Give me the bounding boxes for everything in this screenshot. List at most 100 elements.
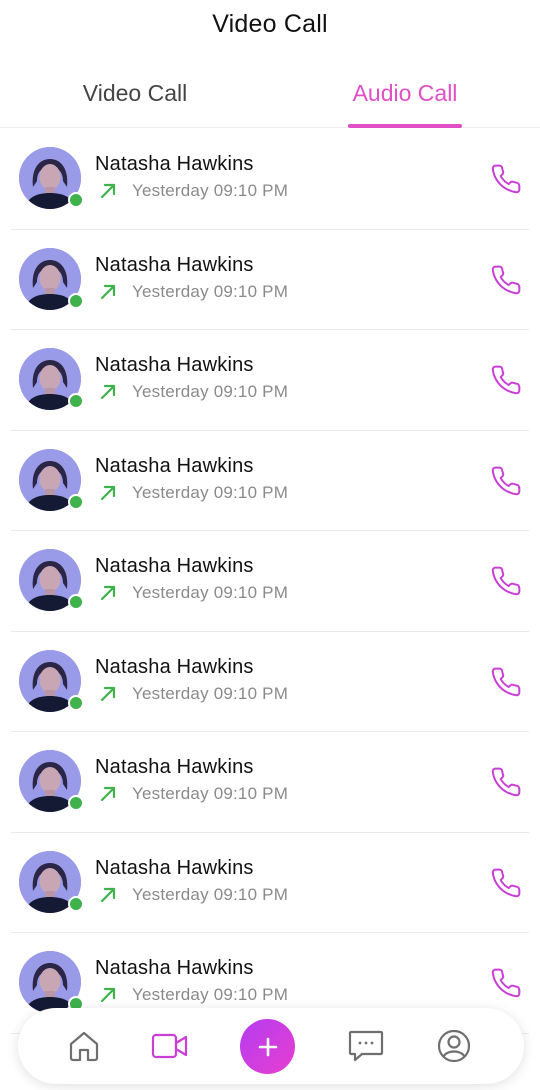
- online-status-dot: [68, 192, 84, 208]
- audio-call-button[interactable]: [489, 665, 523, 699]
- nav-video-button[interactable]: [151, 1027, 189, 1065]
- outgoing-arrow-icon: [100, 183, 116, 199]
- online-status-dot: [68, 393, 84, 409]
- tab-video-call[interactable]: Video Call: [45, 58, 225, 128]
- call-time: Yesterday 09:10 PM: [132, 583, 289, 602]
- outgoing-arrow-icon: [100, 887, 116, 902]
- phone-icon: [491, 466, 521, 495]
- call-meta: Yesterday 09:10 PM: [99, 684, 288, 704]
- phone-icon: [491, 767, 521, 797]
- plus-icon: [258, 1037, 277, 1056]
- call-time: Yesterday 09:10 PM: [132, 784, 289, 803]
- call-meta: Yesterday 09:10 PM: [99, 784, 288, 804]
- tab-audio-call[interactable]: Audio Call: [315, 58, 495, 128]
- call-log-row[interactable]: Natasha Hawkins Yesterday 09:10 PM: [11, 632, 529, 732]
- contact-name: Natasha Hawkins: [95, 354, 254, 376]
- audio-call-button[interactable]: [489, 966, 523, 1000]
- call-time: Yesterday 09:10 PM: [132, 281, 289, 301]
- contact-name: Natasha Hawkins: [95, 957, 254, 979]
- audio-call-button[interactable]: [489, 162, 523, 196]
- outgoing-arrow-icon: [100, 987, 116, 1003]
- call-log-row[interactable]: Natasha Hawkins Yesterday 09:10 PM: [11, 330, 529, 431]
- phone-icon: [491, 365, 521, 395]
- call-meta: Yesterday 09:10 PM: [99, 985, 288, 1005]
- chat-bubble-icon: [348, 1030, 384, 1062]
- avatar-container: [19, 649, 84, 712]
- call-log-row[interactable]: Natasha Hawkins Yesterday 09:10 PM: [11, 833, 529, 933]
- avatar-container: [19, 951, 84, 1013]
- call-meta: Yesterday 09:10 PM: [99, 885, 288, 905]
- phone-icon: [491, 868, 521, 897]
- call-log-list: Natasha Hawkins Yesterday 09:10 PM Natas…: [0, 129, 540, 1034]
- call-time: Yesterday 09:10 PM: [132, 382, 289, 401]
- outgoing-arrow-icon: [100, 585, 116, 601]
- call-log-row[interactable]: Natasha Hawkins Yesterday 09:10 PM: [11, 531, 529, 632]
- nav-home-button[interactable]: [65, 1027, 103, 1065]
- add-call-button[interactable]: [240, 1019, 295, 1074]
- active-tab-indicator: [348, 124, 462, 128]
- call-log-row[interactable]: Natasha Hawkins Yesterday 09:10 PM: [11, 431, 529, 531]
- outgoing-arrow-icon: [100, 485, 116, 500]
- contact-name: Natasha Hawkins: [95, 253, 254, 276]
- contact-name: Natasha Hawkins: [95, 153, 254, 175]
- online-status-dot: [68, 594, 84, 610]
- outgoing-arrow-icon: [100, 786, 116, 802]
- user-profile-icon: [437, 1029, 471, 1063]
- page-title: Video Call: [212, 9, 328, 38]
- phone-icon: [491, 968, 521, 998]
- audio-call-button[interactable]: [489, 765, 523, 799]
- online-status-dot: [68, 292, 84, 309]
- avatar-container: [19, 448, 84, 511]
- call-time: Yesterday 09:10 PM: [132, 482, 289, 502]
- nav-chat-button[interactable]: [347, 1027, 385, 1065]
- audio-call-button[interactable]: [489, 564, 523, 598]
- avatar-container: [19, 549, 84, 611]
- avatar-container: [19, 247, 84, 310]
- audio-call-button[interactable]: [489, 363, 523, 397]
- call-time: Yesterday 09:10 PM: [132, 985, 289, 1004]
- contact-name: Natasha Hawkins: [95, 454, 254, 477]
- outgoing-arrow-icon: [100, 384, 116, 400]
- online-status-dot: [68, 795, 84, 811]
- call-log-row[interactable]: Natasha Hawkins Yesterday 09:10 PM: [11, 129, 529, 230]
- audio-call-button[interactable]: [489, 464, 523, 498]
- online-status-dot: [68, 493, 84, 510]
- outgoing-arrow-icon: [100, 284, 116, 299]
- phone-icon: [491, 164, 521, 194]
- app-screen: Video Call Video Call Audio Call Natasha…: [0, 0, 540, 1090]
- call-meta: Yesterday 09:10 PM: [99, 483, 288, 503]
- contact-name: Natasha Hawkins: [95, 555, 254, 577]
- contact-name: Natasha Hawkins: [95, 856, 254, 879]
- home-icon: [69, 1031, 99, 1062]
- call-log-row[interactable]: Natasha Hawkins Yesterday 09:10 PM: [11, 230, 529, 330]
- avatar-container: [19, 750, 84, 812]
- call-type-tabs: Video Call Audio Call: [0, 58, 540, 128]
- nav-profile-button[interactable]: [435, 1027, 473, 1065]
- call-time: Yesterday 09:10 PM: [132, 884, 289, 904]
- phone-icon: [491, 265, 521, 294]
- call-meta: Yesterday 09:10 PM: [99, 282, 288, 302]
- outgoing-arrow-icon: [100, 686, 116, 701]
- contact-name: Natasha Hawkins: [95, 655, 254, 678]
- call-time: Yesterday 09:10 PM: [132, 683, 289, 703]
- contact-name: Natasha Hawkins: [95, 756, 254, 778]
- audio-call-button[interactable]: [489, 866, 523, 900]
- call-meta: Yesterday 09:10 PM: [99, 583, 288, 603]
- tab-video-call-label: Video Call: [82, 79, 188, 106]
- online-status-dot: [68, 895, 84, 912]
- call-log-row[interactable]: Natasha Hawkins Yesterday 09:10 PM: [11, 732, 529, 833]
- avatar-container: [19, 348, 84, 410]
- phone-icon: [491, 566, 521, 596]
- video-camera-icon: [151, 1033, 188, 1059]
- header: Video Call: [0, 0, 540, 48]
- call-meta: Yesterday 09:10 PM: [99, 181, 288, 201]
- bottom-navigation-bar: [18, 1008, 524, 1084]
- call-time: Yesterday 09:10 PM: [132, 181, 289, 200]
- avatar-container: [19, 147, 84, 209]
- phone-icon: [491, 667, 521, 696]
- online-status-dot: [68, 694, 84, 711]
- tab-audio-call-label: Audio Call: [352, 79, 458, 106]
- avatar-container: [19, 850, 84, 913]
- call-meta: Yesterday 09:10 PM: [99, 382, 288, 402]
- audio-call-button[interactable]: [489, 263, 523, 297]
